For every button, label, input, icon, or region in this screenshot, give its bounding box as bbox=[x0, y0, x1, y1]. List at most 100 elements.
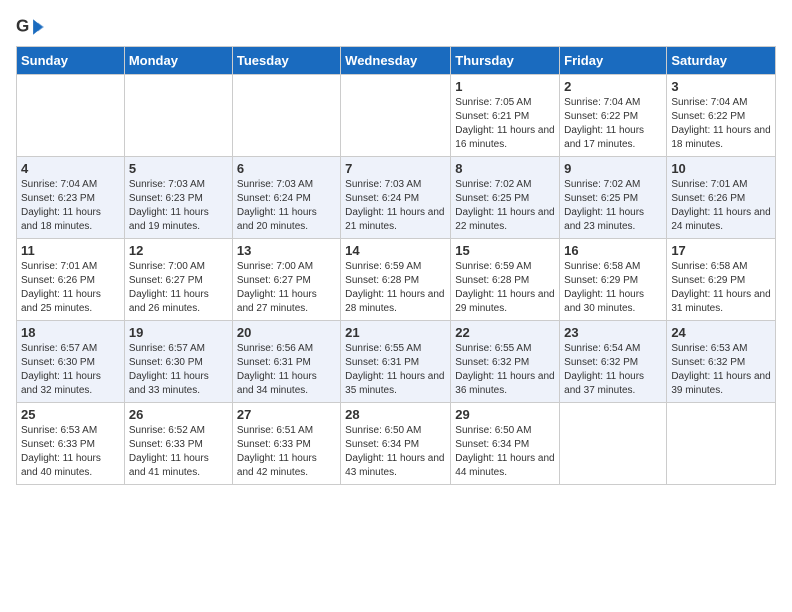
calendar-cell: 19Sunrise: 6:57 AM Sunset: 6:30 PM Dayli… bbox=[124, 321, 232, 403]
calendar-cell: 10 Sunrise: 7:01 AM Sunset: 6:26 PM Dayli… bbox=[667, 157, 776, 239]
calendar-cell: 2 Sunrise: 7:04 AM Sunset: 6:22 PM Daylig… bbox=[560, 75, 667, 157]
day-number: 9 bbox=[564, 161, 662, 176]
day-info: Sunrise: 7:04 AM Sunset: 6:23 PM Dayligh… bbox=[21, 178, 120, 234]
day-number: 13 bbox=[237, 243, 336, 258]
svg-text:G: G bbox=[16, 17, 29, 36]
logo-icon: G bbox=[16, 16, 44, 38]
calendar-cell: 27 Sunrise: 6:51 AM Sunset: 6:33 PM Dayli… bbox=[232, 403, 340, 485]
calendar-cell: 7 Sunrise: 7:03 AM Sunset: 6:24 PM Daylig… bbox=[341, 157, 451, 239]
calendar-cell: 12 Sunrise: 7:00 AM Sunset: 6:27 PM Dayli… bbox=[124, 239, 232, 321]
day-info: Sunrise: 6:58 AM Sunset: 6:29 PM Dayligh… bbox=[564, 260, 662, 316]
calendar-cell bbox=[232, 75, 340, 157]
calendar-cell: 23 Sunrise: 6:54 AM Sunset: 6:32 PM Dayli… bbox=[560, 321, 667, 403]
day-number: 25 bbox=[21, 407, 120, 422]
day-info: Sunrise: 6:53 AM Sunset: 6:32 PM Dayligh… bbox=[671, 342, 771, 398]
day-number: 7 bbox=[345, 161, 446, 176]
calendar-cell: 24 Sunrise: 6:53 AM Sunset: 6:32 PM Dayli… bbox=[667, 321, 776, 403]
calendar-cell: 28 Sunrise: 6:50 AM Sunset: 6:34 PM Dayli… bbox=[341, 403, 451, 485]
day-info: Sunrise: 6:50 AM Sunset: 6:34 PM Dayligh… bbox=[455, 424, 555, 480]
day-info: Sunrise: 7:03 AM Sunset: 6:23 PM Dayligh… bbox=[129, 178, 228, 234]
calendar-cell: 3 Sunrise: 7:04 AM Sunset: 6:22 PM Daylig… bbox=[667, 75, 776, 157]
day-header-wednesday: Wednesday bbox=[341, 47, 451, 75]
day-number: 18 bbox=[21, 325, 120, 340]
day-info: Sunrise: 6:51 AM Sunset: 6:33 PM Dayligh… bbox=[237, 424, 336, 480]
day-number: 11 bbox=[21, 243, 120, 258]
day-info: Sunrise: 6:59 AM Sunset: 6:28 PM Dayligh… bbox=[455, 260, 555, 316]
day-info: Sunrise: 7:02 AM Sunset: 6:25 PM Dayligh… bbox=[564, 178, 662, 234]
day-info: Sunrise: 7:04 AM Sunset: 6:22 PM Dayligh… bbox=[564, 96, 662, 152]
calendar-cell: 17 Sunrise: 6:58 AM Sunset: 6:29 PM Dayli… bbox=[667, 239, 776, 321]
day-header-monday: Monday bbox=[124, 47, 232, 75]
calendar-header-row: SundayMondayTuesdayWednesdayThursdayFrid… bbox=[17, 47, 776, 75]
day-info: Sunrise: 7:05 AM Sunset: 6:21 PM Dayligh… bbox=[455, 96, 555, 152]
day-number: 20 bbox=[237, 325, 336, 340]
day-number: 4 bbox=[21, 161, 120, 176]
day-info: Sunrise: 6:57 AM Sunset: 6:30 PM Dayligh… bbox=[129, 342, 228, 398]
header: G bbox=[16, 16, 776, 38]
day-info: Sunrise: 7:00 AM Sunset: 6:27 PM Dayligh… bbox=[129, 260, 228, 316]
day-number: 3 bbox=[671, 79, 771, 94]
day-number: 29 bbox=[455, 407, 555, 422]
day-number: 26 bbox=[129, 407, 228, 422]
day-number: 21 bbox=[345, 325, 446, 340]
calendar-cell: 21 Sunrise: 6:55 AM Sunset: 6:31 PM Dayli… bbox=[341, 321, 451, 403]
week-row-3: 11 Sunrise: 7:01 AM Sunset: 6:26 PM Dayli… bbox=[17, 239, 776, 321]
calendar-cell bbox=[560, 403, 667, 485]
day-info: Sunrise: 6:55 AM Sunset: 6:31 PM Dayligh… bbox=[345, 342, 446, 398]
day-number: 15 bbox=[455, 243, 555, 258]
day-number: 22 bbox=[455, 325, 555, 340]
day-number: 10 bbox=[671, 161, 771, 176]
day-info: Sunrise: 7:03 AM Sunset: 6:24 PM Dayligh… bbox=[345, 178, 446, 234]
calendar-cell: 11 Sunrise: 7:01 AM Sunset: 6:26 PM Dayli… bbox=[17, 239, 125, 321]
calendar-cell: 26 Sunrise: 6:52 AM Sunset: 6:33 PM Dayli… bbox=[124, 403, 232, 485]
calendar-cell: 29 Sunrise: 6:50 AM Sunset: 6:34 PM Dayli… bbox=[451, 403, 560, 485]
day-info: Sunrise: 6:53 AM Sunset: 6:33 PM Dayligh… bbox=[21, 424, 120, 480]
day-number: 14 bbox=[345, 243, 446, 258]
calendar-cell bbox=[17, 75, 125, 157]
day-info: Sunrise: 7:01 AM Sunset: 6:26 PM Dayligh… bbox=[21, 260, 120, 316]
day-info: Sunrise: 6:58 AM Sunset: 6:29 PM Dayligh… bbox=[671, 260, 771, 316]
day-number: 23 bbox=[564, 325, 662, 340]
calendar-cell: 20Sunrise: 6:56 AM Sunset: 6:31 PM Dayli… bbox=[232, 321, 340, 403]
day-info: Sunrise: 7:01 AM Sunset: 6:26 PM Dayligh… bbox=[671, 178, 771, 234]
calendar-cell: 15 Sunrise: 6:59 AM Sunset: 6:28 PM Dayli… bbox=[451, 239, 560, 321]
day-number: 17 bbox=[671, 243, 771, 258]
day-number: 6 bbox=[237, 161, 336, 176]
day-header-tuesday: Tuesday bbox=[232, 47, 340, 75]
day-header-sunday: Sunday bbox=[17, 47, 125, 75]
day-info: Sunrise: 6:55 AM Sunset: 6:32 PM Dayligh… bbox=[455, 342, 555, 398]
day-number: 28 bbox=[345, 407, 446, 422]
day-number: 5 bbox=[129, 161, 228, 176]
day-number: 24 bbox=[671, 325, 771, 340]
calendar-cell bbox=[341, 75, 451, 157]
day-info: Sunrise: 7:02 AM Sunset: 6:25 PM Dayligh… bbox=[455, 178, 555, 234]
calendar-cell: 13Sunrise: 7:00 AM Sunset: 6:27 PM Dayli… bbox=[232, 239, 340, 321]
day-info: Sunrise: 6:57 AM Sunset: 6:30 PM Dayligh… bbox=[21, 342, 120, 398]
calendar-cell: 1 Sunrise: 7:05 AM Sunset: 6:21 PM Daylig… bbox=[451, 75, 560, 157]
calendar-cell: 16Sunrise: 6:58 AM Sunset: 6:29 PM Dayli… bbox=[560, 239, 667, 321]
day-number: 27 bbox=[237, 407, 336, 422]
calendar-cell: 8 Sunrise: 7:02 AM Sunset: 6:25 PM Daylig… bbox=[451, 157, 560, 239]
calendar-cell: 25 Sunrise: 6:53 AM Sunset: 6:33 PM Dayli… bbox=[17, 403, 125, 485]
week-row-5: 25 Sunrise: 6:53 AM Sunset: 6:33 PM Dayli… bbox=[17, 403, 776, 485]
calendar-cell: 6Sunrise: 7:03 AM Sunset: 6:24 PM Daylig… bbox=[232, 157, 340, 239]
calendar-cell: 4 Sunrise: 7:04 AM Sunset: 6:23 PM Daylig… bbox=[17, 157, 125, 239]
day-number: 1 bbox=[455, 79, 555, 94]
day-header-thursday: Thursday bbox=[451, 47, 560, 75]
day-info: Sunrise: 6:52 AM Sunset: 6:33 PM Dayligh… bbox=[129, 424, 228, 480]
calendar-cell: 14Sunrise: 6:59 AM Sunset: 6:28 PM Dayli… bbox=[341, 239, 451, 321]
calendar: SundayMondayTuesdayWednesdayThursdayFrid… bbox=[16, 46, 776, 485]
logo: G bbox=[16, 16, 48, 38]
calendar-cell: 18 Sunrise: 6:57 AM Sunset: 6:30 PM Dayli… bbox=[17, 321, 125, 403]
day-info: Sunrise: 6:50 AM Sunset: 6:34 PM Dayligh… bbox=[345, 424, 446, 480]
day-info: Sunrise: 6:54 AM Sunset: 6:32 PM Dayligh… bbox=[564, 342, 662, 398]
calendar-cell bbox=[124, 75, 232, 157]
week-row-2: 4 Sunrise: 7:04 AM Sunset: 6:23 PM Daylig… bbox=[17, 157, 776, 239]
day-info: Sunrise: 7:04 AM Sunset: 6:22 PM Dayligh… bbox=[671, 96, 771, 152]
day-number: 2 bbox=[564, 79, 662, 94]
day-header-friday: Friday bbox=[560, 47, 667, 75]
calendar-cell: 9 Sunrise: 7:02 AM Sunset: 6:25 PM Daylig… bbox=[560, 157, 667, 239]
day-number: 12 bbox=[129, 243, 228, 258]
calendar-cell: 5 Sunrise: 7:03 AM Sunset: 6:23 PM Daylig… bbox=[124, 157, 232, 239]
day-number: 8 bbox=[455, 161, 555, 176]
